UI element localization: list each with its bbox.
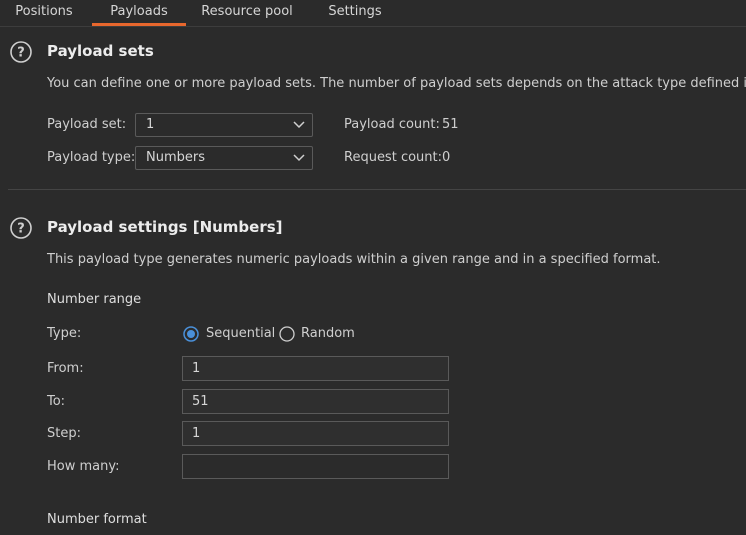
payload-sets-description: You can define one or more payload sets.… [47,76,746,91]
payload-settings-description: This payload type generates numeric payl… [47,252,661,267]
from-label: From: [47,361,84,376]
from-field[interactable]: 1 [182,356,449,381]
how-many-label: How many: [47,459,120,474]
radio-sequential[interactable] [183,326,199,342]
tab-payloads[interactable]: Payloads [92,0,186,26]
type-label: Type: [47,326,82,341]
how-many-field[interactable] [182,454,449,479]
number-format-heading: Number format [47,512,147,527]
payload-set-label: Payload set: [47,117,127,132]
svg-text:?: ? [17,46,25,61]
request-count-value: 0 [442,150,451,165]
payload-sets-title: Payload sets [47,42,154,60]
request-count-label: Request count: [344,150,442,165]
payload-set-value: 1 [146,117,155,132]
payload-type-label: Payload type: [47,150,136,165]
radio-sequential-label[interactable]: Sequential [206,326,275,341]
payload-settings-title: Payload settings [Numbers] [47,218,283,236]
svg-text:?: ? [17,222,25,237]
number-range-heading: Number range [47,292,142,307]
intruder-payloads-panel: Positions Payloads Resource pool Setting… [0,0,746,535]
step-field[interactable]: 1 [182,421,449,446]
to-field[interactable]: 51 [182,389,449,414]
help-icon[interactable]: ? [10,41,32,63]
tab-bar: Positions Payloads Resource pool Setting… [0,0,746,27]
payload-type-select[interactable]: Numbers [135,146,313,170]
payload-count-value: 51 [442,117,459,132]
section-divider [8,189,746,190]
to-label: To: [47,394,66,409]
payload-count-label: Payload count: [344,117,440,132]
help-icon[interactable]: ? [10,217,32,239]
payload-set-select[interactable]: 1 [135,113,313,137]
tab-resource-pool[interactable]: Resource pool [194,0,300,24]
payload-type-value: Numbers [146,150,205,165]
radio-random[interactable] [279,326,295,342]
step-label: Step: [47,426,81,441]
tab-settings[interactable]: Settings [318,0,392,24]
tab-positions[interactable]: Positions [4,0,84,24]
chevron-down-icon [293,154,305,162]
chevron-down-icon [293,121,305,129]
radio-random-label[interactable]: Random [301,326,355,341]
